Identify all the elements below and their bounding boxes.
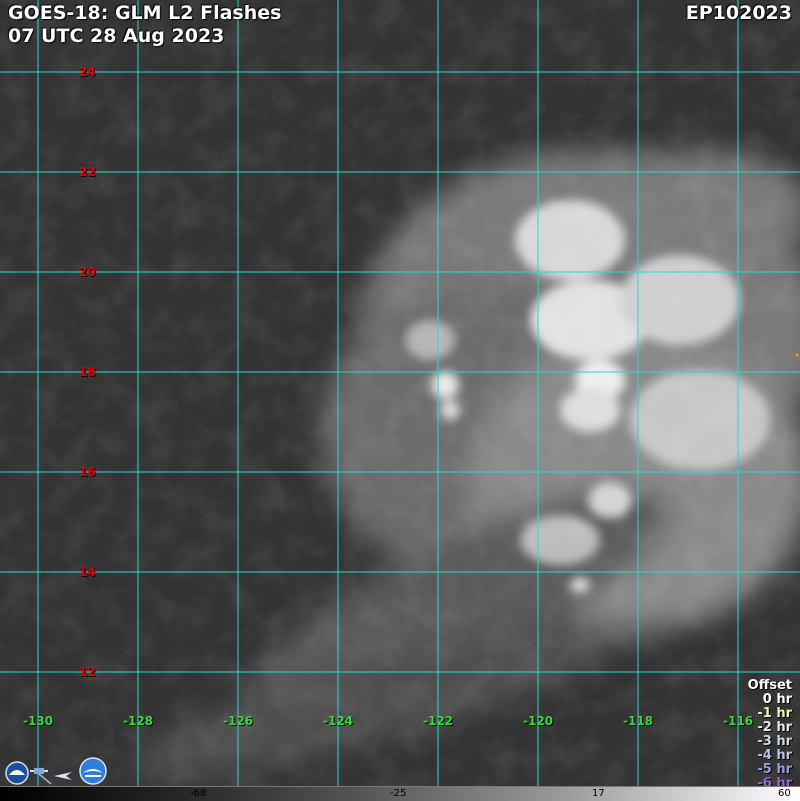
latitude-label: 18 [79, 365, 96, 379]
latitude-label: 14 [79, 565, 96, 579]
longitude-label: -126 [222, 714, 254, 728]
image-title: GOES-18: GLM L2 Flashes [8, 2, 282, 24]
longitude-label: -124 [322, 714, 354, 728]
colorbar-tick: 60 [778, 788, 791, 799]
longitude-label: -128 [122, 714, 154, 728]
latitude-label: 16 [79, 465, 96, 479]
rammb-logo-icon [79, 757, 107, 785]
agency-logos [4, 756, 108, 786]
latitude-label: 22 [79, 165, 96, 179]
colorbar-tick: -68 [190, 788, 207, 799]
legend-item: 0 hr [762, 692, 792, 707]
latitude-label: 12 [79, 665, 96, 679]
legend-item: -2 hr [757, 720, 792, 735]
longitude-label: -122 [422, 714, 454, 728]
colorbar-tick: -25 [390, 788, 407, 799]
colorbar-tick: 17 [592, 788, 605, 799]
latitude-label: 20 [79, 265, 96, 279]
image-timestamp: 07 UTC 28 Aug 2023 [8, 25, 225, 47]
longitude-label: -118 [622, 714, 654, 728]
satellite-map [0, 0, 800, 800]
legend-item: -5 hr [757, 762, 792, 777]
legend-item: -1 hr [757, 706, 792, 721]
longitude-label: -130 [22, 714, 54, 728]
legend-item: -4 hr [757, 748, 792, 763]
storm-id: EP102023 [685, 2, 792, 24]
colorbar-tick: -110 °C [8, 788, 46, 799]
legend-item: -3 hr [757, 734, 792, 749]
offset-legend: Offset 0 hr -1 hr -2 hr -3 hr -4 hr -5 hr -6 h… [748, 679, 792, 791]
latitude-label: 24 [79, 65, 96, 79]
flash-marker [795, 353, 799, 357]
longitude-label: -120 [522, 714, 554, 728]
legend-title: Offset [747, 678, 792, 693]
aircraft-icon [54, 772, 72, 780]
temperature-colorbar: -110 °C -68 -25 17 60 [0, 786, 800, 801]
satellite-icon [30, 768, 52, 785]
noaa-logo-icon [5, 761, 29, 785]
